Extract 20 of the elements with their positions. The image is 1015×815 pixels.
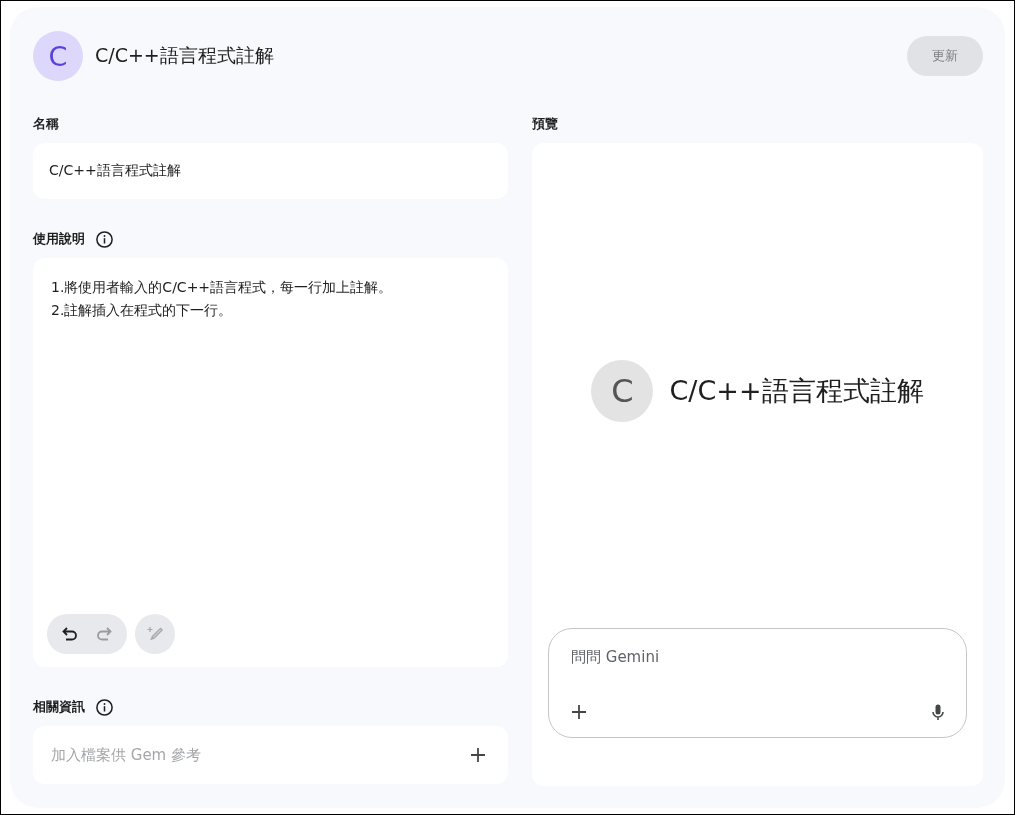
chat-box[interactable]: 問問 Gemini: [548, 628, 967, 738]
gem-avatar: C: [591, 359, 654, 422]
instructions-field[interactable]: 1.將使用者輸入的C/C++語言程式，每一行加上註解。 2.註解插入在程式的下一行。: [33, 258, 508, 667]
instructions-label: 使用說明: [33, 230, 85, 248]
instruction-line: 1.將使用者輸入的C/C++語言程式，每一行加上註解。: [51, 278, 394, 297]
info-icon[interactable]: [95, 229, 114, 249]
knowledge-label: 相關資訊: [33, 698, 85, 716]
instruction-line: 2.註解插入在程式的下一行。: [51, 301, 234, 320]
name-field[interactable]: C/C++語言程式註解: [33, 143, 508, 199]
name-label: 名稱: [33, 115, 60, 133]
knowledge-field[interactable]: 加入檔案供 Gem 參考: [33, 726, 508, 784]
plus-icon[interactable]: [569, 702, 589, 722]
knowledge-input[interactable]: 加入檔案供 Gem 參考: [49, 745, 468, 765]
plus-icon[interactable]: [468, 745, 488, 765]
preview-label: 預覽: [532, 115, 559, 133]
gem-title: C/C++語言程式註解: [95, 43, 275, 68]
chat-input[interactable]: 問問 Gemini: [569, 647, 948, 667]
gem-avatar: C: [33, 31, 83, 81]
gem-title: C/C++語言程式註解: [669, 373, 924, 408]
info-icon[interactable]: [95, 697, 114, 717]
